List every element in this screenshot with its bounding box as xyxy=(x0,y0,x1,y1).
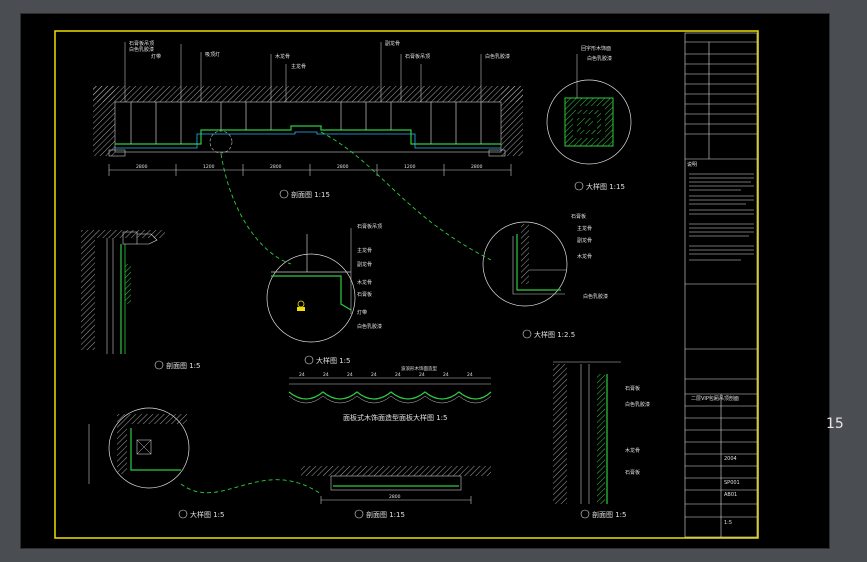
bottom-right-section-drawing xyxy=(553,361,621,504)
svg-text:大样图 1:5: 大样图 1:5 xyxy=(316,356,351,365)
top-label-5: 主龙骨 xyxy=(291,63,306,70)
center-label-3: 木龙骨 xyxy=(357,279,372,286)
title-wave-ceiling: 面板式木饰面造型面板大样图 1:5 xyxy=(343,413,448,422)
br-label-3: 石膏板 xyxy=(625,469,640,476)
top-label-6: 副龙骨 xyxy=(385,40,400,47)
center-label-6: 白色乳胶漆 xyxy=(357,323,382,330)
bottom-center-section-drawing: 2800 xyxy=(301,466,491,504)
notes-text-lines xyxy=(689,173,754,261)
square-label-1: 白色乳胶漆 xyxy=(587,55,612,62)
top-label-4: 木龙骨 xyxy=(275,53,290,60)
title-bottom-right-section: 剖面图 1:5 xyxy=(580,509,627,519)
wave-dim-5: 24 xyxy=(419,372,425,378)
top-label-8: 白色乳胶漆 xyxy=(485,53,510,60)
title-left-section: 剖面图 1:5 xyxy=(154,360,201,370)
right-label-3: 木龙骨 xyxy=(577,253,592,260)
page-number: 15 xyxy=(826,416,844,432)
svg-text:面板式木饰面造型面板大样图 1:5: 面板式木饰面造型面板大样图 1:5 xyxy=(343,413,448,422)
sheet-border xyxy=(54,30,759,539)
cad-drawing: 说明 二层VIP包厢吊顶剖面 2004 SP001 AB01 1:5 石膏板吊顶… xyxy=(54,30,759,539)
tb-row-4: 1:5 xyxy=(724,520,732,526)
top-dim-3: 2800 xyxy=(337,164,349,170)
right-label-1: 主龙骨 xyxy=(577,225,592,232)
top-label-1: 白色乳胶漆 xyxy=(129,46,154,53)
top-dim-0: 2800 xyxy=(136,164,148,170)
tb-row-3: AB01 xyxy=(724,492,737,498)
title-block xyxy=(684,32,758,538)
wave-label-0: 波浪形木饰面造型 xyxy=(401,365,437,372)
right-label-4: 白色乳胶漆 xyxy=(583,293,608,300)
title-bottom-left-detail: 大样图 1:5 xyxy=(178,509,225,519)
right-label-0: 石膏板 xyxy=(571,213,586,220)
svg-text:大样图 1:15: 大样图 1:15 xyxy=(586,182,625,191)
br-label-1: 白色乳胶漆 xyxy=(625,401,650,408)
notes-label: 说明 xyxy=(687,161,697,168)
bottom-left-detail-drawing xyxy=(88,407,190,489)
top-label-3: 吸顶灯 xyxy=(205,51,220,58)
top-dim-2: 2800 xyxy=(270,164,282,170)
wave-dim-4: 24 xyxy=(395,372,401,378)
svg-text:剖面图 1:15: 剖面图 1:15 xyxy=(291,190,330,199)
title-center-detail: 大样图 1:5 xyxy=(304,355,351,365)
top-label-7: 石膏板吊顶 xyxy=(405,53,430,60)
wave-dim-6: 24 xyxy=(443,372,449,378)
wave-dim-7: 24 xyxy=(467,372,473,378)
center-label-2: 副龙骨 xyxy=(357,261,372,268)
title-right-detail: 大样图 1:2.5 xyxy=(522,329,575,339)
title-square-detail: 大样图 1:15 xyxy=(574,181,625,191)
center-label-0: 石膏板吊顶 xyxy=(357,223,382,230)
left-section-drawing xyxy=(81,230,165,354)
wave-dim-1: 24 xyxy=(323,372,329,378)
tb-row-1: 2004 xyxy=(724,456,737,462)
svg-text:剖面图 1:15: 剖面图 1:15 xyxy=(366,510,405,519)
svg-text:剖面图 1:5: 剖面图 1:5 xyxy=(166,361,201,370)
title-ceiling-section: 剖面图 1:15 xyxy=(279,189,330,199)
title-bottom-center-section: 剖面图 1:15 xyxy=(354,509,405,519)
wave-dim-0: 24 xyxy=(299,372,305,378)
top-dim-5: 2800 xyxy=(471,164,483,170)
leader-curves xyxy=(180,131,492,495)
right-label-2: 副龙骨 xyxy=(577,237,592,244)
top-dim-1: 1200 xyxy=(203,164,215,170)
tb-row-2: SP001 xyxy=(724,480,740,486)
square-detail-drawing xyxy=(546,54,632,165)
svg-text:大样图 1:5: 大样图 1:5 xyxy=(190,510,225,519)
br-label-2: 木龙骨 xyxy=(625,447,640,454)
center-label-5: 灯带 xyxy=(357,309,367,316)
svg-text:剖面图 1:5: 剖面图 1:5 xyxy=(592,510,627,519)
wave-ceiling-drawing xyxy=(288,377,492,404)
center-label-1: 主龙骨 xyxy=(357,247,372,254)
br-label-0: 石膏板 xyxy=(625,385,640,392)
wave-dim-2: 24 xyxy=(347,372,353,378)
center-label-4: 石膏板 xyxy=(357,291,372,298)
top-dim-4: 1200 xyxy=(404,164,416,170)
svg-text:大样图 1:2.5: 大样图 1:2.5 xyxy=(534,330,575,339)
top-label-2: 灯带 xyxy=(151,53,161,60)
right-detail-drawing xyxy=(482,221,568,307)
wave-dim-3: 24 xyxy=(371,372,377,378)
tb-row-0: 二层VIP包厢吊顶剖面 xyxy=(691,395,739,402)
square-label-0: 回字形木饰面 xyxy=(581,45,611,52)
drawing-sheet: 说明 二层VIP包厢吊顶剖面 2004 SP001 AB01 1:5 石膏板吊顶… xyxy=(21,14,829,548)
center-detail-drawing xyxy=(266,228,356,343)
bottom-dim-0: 2800 xyxy=(389,494,401,500)
ceiling-section-drawing xyxy=(93,42,523,176)
top-label-0: 石膏板吊顶 xyxy=(129,40,154,47)
